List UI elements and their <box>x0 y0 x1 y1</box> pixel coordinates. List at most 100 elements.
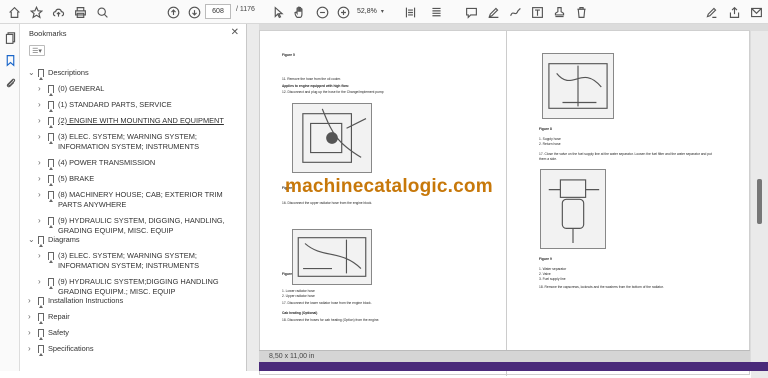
next-page-icon[interactable] <box>186 4 202 20</box>
bookmark-flag-icon <box>48 133 54 144</box>
chevron-right-icon[interactable]: › <box>38 174 41 184</box>
star-icon[interactable] <box>28 4 44 20</box>
bookmark-flag-icon <box>48 217 54 228</box>
home-icon[interactable] <box>6 4 22 20</box>
chevron-down-icon[interactable]: ⌄ <box>28 235 35 245</box>
cloud-upload-icon[interactable] <box>50 4 66 20</box>
bookmark-flag-icon <box>48 117 54 128</box>
zoom-level-select[interactable]: 52,8% ▾ <box>357 4 390 19</box>
radiator-hose-illustration <box>297 237 367 277</box>
bookmark-label[interactable]: Installation Instructions <box>48 296 239 306</box>
document-text-line: Figure 5 <box>282 53 295 57</box>
bookmark-label[interactable]: (3) ELEC. SYSTEM; WARNING SYSTEM; INFORM… <box>58 251 239 271</box>
panel-scrollbar[interactable] <box>247 24 259 371</box>
chevron-right-icon[interactable]: › <box>38 190 41 200</box>
page-fit-icon[interactable] <box>402 4 418 20</box>
text-box-icon[interactable] <box>529 4 545 20</box>
scroll-mode-icon[interactable] <box>428 4 444 20</box>
chevron-right-icon[interactable]: › <box>38 158 41 168</box>
chevron-down-icon: ▾ <box>380 9 384 15</box>
document-scrollbar[interactable] <box>751 31 768 378</box>
document-text-line: 3. Fuel supply line <box>539 277 566 281</box>
bookmark-flag-icon <box>38 236 44 247</box>
stamp-icon[interactable] <box>551 4 567 20</box>
draw-icon[interactable] <box>507 4 523 20</box>
document-viewer[interactable]: Figure 5 11. Remove the hose from the oil… <box>259 24 768 378</box>
bookmark-label[interactable]: (9) HYDRAULIC SYSTEM, DIGGING, HANDLING,… <box>58 216 239 236</box>
comment-icon[interactable] <box>463 4 479 20</box>
bookmark-label[interactable]: (1) STANDARD PARTS, SERVICE <box>58 100 239 110</box>
window-bottom-band <box>259 362 768 371</box>
chevron-right-icon[interactable]: › <box>28 328 31 338</box>
bookmark-label[interactable]: Repair <box>48 312 239 322</box>
chevron-right-icon[interactable]: › <box>28 312 31 322</box>
share-icon[interactable] <box>726 4 742 20</box>
bookmark-label[interactable]: Descriptions <box>48 68 239 78</box>
chevron-right-icon[interactable]: › <box>28 296 31 306</box>
bookmark-flag-icon <box>38 313 44 324</box>
delete-icon[interactable] <box>573 4 589 20</box>
document-scroll-thumb[interactable] <box>757 179 762 224</box>
zoom-in-icon[interactable] <box>335 4 351 20</box>
chevron-right-icon[interactable]: › <box>38 100 41 110</box>
toolbar: 608 / 1176 52,8% ▾ <box>0 0 768 24</box>
hand-tool-icon[interactable] <box>291 4 307 20</box>
bookmark-flag-icon <box>48 175 54 186</box>
attachment-icon[interactable] <box>2 74 18 90</box>
bookmark-label[interactable]: (2) ENGINE WITH MOUNTING AND EQUIPMENT <box>58 116 239 126</box>
supply-return-hose-illustration <box>548 63 608 109</box>
document-text-line: 2. Upper radiator hose <box>282 294 315 298</box>
page-number-input[interactable]: 608 <box>205 4 231 19</box>
document-text-line: them a side. <box>539 157 557 161</box>
bookmark-label[interactable]: (4) POWER TRANSMISSION <box>58 158 239 168</box>
bookmark-flag-icon <box>38 345 44 356</box>
watermark-text: machinecatalogic.com <box>285 176 493 197</box>
bookmark-flag-icon <box>38 297 44 308</box>
chevron-right-icon[interactable]: › <box>38 251 41 261</box>
search-icon[interactable] <box>94 4 110 20</box>
bookmarks-panel: Bookmarks ✕ ☰▾ ⌄ Descriptions › (0) GENERAL… <box>20 24 247 371</box>
engine-hose-illustration <box>302 108 367 163</box>
document-text-line: 2. Return hose <box>539 142 561 146</box>
chevron-right-icon[interactable]: › <box>38 216 41 226</box>
bookmark-flag-icon <box>48 191 54 202</box>
select-cursor-icon[interactable] <box>270 4 286 20</box>
figure-8-image <box>542 53 614 119</box>
panel-title: Bookmarks <box>29 28 67 38</box>
bookmark-label[interactable]: (3) ELEC. SYSTEM; WARNING SYSTEM; INFORM… <box>58 132 239 152</box>
chevron-right-icon[interactable]: › <box>38 84 41 94</box>
chevron-right-icon[interactable]: › <box>28 344 31 354</box>
close-icon[interactable]: ✕ <box>231 27 239 38</box>
bookmark-label[interactable]: (8) MACHINERY HOUSE; CAB; EXTERIOR TRIM … <box>58 190 239 210</box>
water-separator-illustration <box>548 179 600 243</box>
bookmark-options-button[interactable]: ☰▾ <box>29 45 45 56</box>
panel-tools: ☰▾ <box>20 42 246 59</box>
bookmark-flag-icon <box>48 278 54 289</box>
bookmark-label[interactable]: (0) GENERAL <box>58 84 239 94</box>
chevron-down-icon[interactable]: ⌄ <box>28 68 35 78</box>
mail-icon[interactable] <box>748 4 764 20</box>
pages-icon[interactable] <box>2 30 18 46</box>
bookmark-label[interactable]: (9) HYDRAULIC SYSTEM;DIGGING HANDLING GR… <box>58 277 239 297</box>
bookmark-label[interactable]: Safety <box>48 328 239 338</box>
chevron-right-icon[interactable]: › <box>38 277 41 287</box>
print-icon[interactable] <box>72 4 88 20</box>
chevron-right-icon[interactable]: › <box>38 132 41 142</box>
sign-icon[interactable] <box>703 4 719 20</box>
zoom-out-icon[interactable] <box>314 4 330 20</box>
bookmark-label[interactable]: Specifications <box>48 344 239 354</box>
bookmark-flag-icon <box>48 85 54 96</box>
document-text-line: 2. Valve <box>539 272 551 276</box>
previous-page-icon[interactable] <box>165 4 181 20</box>
bookmark-label[interactable]: (5) BRAKE <box>58 174 239 184</box>
panel-header: Bookmarks <box>20 24 246 42</box>
highlight-pen-icon[interactable] <box>485 4 501 20</box>
bookmark-icon[interactable] <box>2 52 18 68</box>
document-text-line: 1. Lower radiator hose <box>282 289 315 293</box>
bookmark-label[interactable]: Diagrams <box>48 235 239 245</box>
zoom-level-value: 52,8% <box>357 8 377 15</box>
bookmark-flag-icon <box>48 159 54 170</box>
document-text-line: Applies to engine equipped with high flo… <box>282 84 350 88</box>
chevron-right-icon[interactable]: › <box>38 116 41 126</box>
document-text-line: 1. Water separator <box>539 267 567 271</box>
